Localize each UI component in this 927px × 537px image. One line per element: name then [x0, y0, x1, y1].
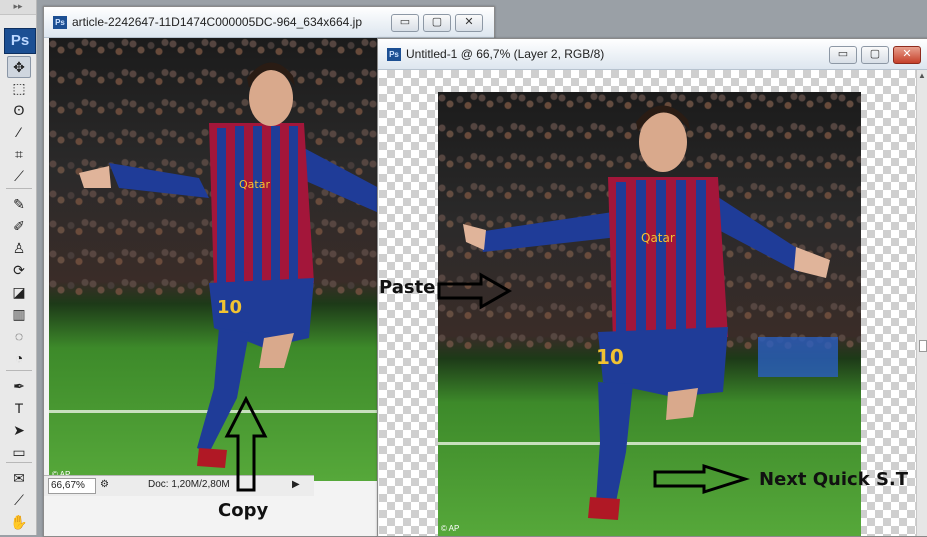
healing-brush-tool-icon[interactable]: ✎ — [8, 194, 30, 214]
type-tool-icon[interactable]: T — [8, 398, 30, 418]
magic-wand-tool-icon[interactable]: ⁄ — [8, 122, 30, 142]
target-vertical-scrollbar[interactable]: ▲ — [916, 70, 927, 536]
status-info-icon[interactable]: ⚙ — [100, 479, 109, 490]
svg-text:10: 10 — [217, 297, 242, 318]
tools-panel: ▸▸ Ps ✥ ⬚ ʘ ⁄ ⌗ ⟋ ✎ ✐ ♙ ⟳ ◪ ▥ ◌ ◔ ✒ T ➤ ▭ ✉ ⟋ ✋ — [0, 0, 37, 535]
source-window-titlebar[interactable]: Ps article-2242647-11D1474C000005DC-964_… — [44, 7, 494, 38]
ps-document-icon: Ps — [53, 16, 67, 29]
pen-tool-icon[interactable]: ✒ — [8, 376, 30, 396]
dodge-tool-icon[interactable]: ◔ — [8, 348, 30, 368]
target-watermark: © AP — [441, 524, 460, 533]
paste-label: Paste — [379, 277, 436, 298]
hand-tool-icon[interactable]: ✋ — [8, 512, 30, 532]
document-size-readout: Doc: 1,20M/2,80M — [148, 479, 230, 490]
eraser-tool-icon[interactable]: ◪ — [8, 282, 30, 302]
lasso-tool-icon[interactable]: ʘ — [8, 100, 30, 120]
history-brush-tool-icon[interactable]: ⟳ — [8, 260, 30, 280]
close-button[interactable]: ✕ — [893, 46, 921, 64]
close-button[interactable]: ✕ — [455, 14, 483, 32]
target-window-titlebar[interactable]: Ps Untitled-1 @ 66,7% (Layer 2, RGB/8) ▭… — [378, 39, 927, 70]
source-window-title: article-2242647-11D1474C000005DC-964_634… — [72, 15, 362, 29]
svg-text:Qatar: Qatar — [239, 178, 270, 191]
maximize-button[interactable]: ▢ — [423, 14, 451, 32]
source-canvas[interactable]: Qatar 10 © AP — [49, 38, 379, 481]
gradient-tool-icon[interactable]: ▥ — [8, 304, 30, 324]
clone-stamp-tool-icon[interactable]: ♙ — [8, 238, 30, 258]
eyedropper-tool-icon[interactable]: ⟋ — [8, 166, 30, 186]
tool-group-separator — [6, 462, 32, 463]
notes-tool-icon[interactable]: ✉ — [8, 468, 30, 488]
ps-document-icon: Ps — [387, 48, 401, 61]
copy-label: Copy — [218, 500, 269, 521]
source-status-bar: 66,67% ⚙ Doc: 1,20M/2,80M ▶ — [44, 475, 314, 496]
blur-tool-icon[interactable]: ◌ — [8, 326, 30, 346]
tool-group-separator — [6, 370, 32, 371]
status-menu-arrow-icon[interactable]: ▶ — [292, 479, 300, 490]
zoom-level-field[interactable]: 66,67% — [48, 478, 96, 494]
svg-text:10: 10 — [596, 345, 624, 369]
shape-tool-icon[interactable]: ▭ — [8, 442, 30, 462]
minimize-button[interactable]: ▭ — [391, 14, 419, 32]
path-selection-tool-icon[interactable]: ➤ — [8, 420, 30, 440]
tool-group-separator — [6, 188, 32, 189]
brush-tool-icon[interactable]: ✐ — [8, 216, 30, 236]
marquee-tool-icon[interactable]: ⬚ — [8, 78, 30, 98]
svg-text:Qatar: Qatar — [641, 231, 675, 245]
next-quick-st-label: Next Quick S.T — [759, 469, 909, 490]
paste-arrow — [437, 272, 513, 310]
copy-arrow — [224, 396, 268, 492]
minimize-button[interactable]: ▭ — [829, 46, 857, 64]
maximize-button[interactable]: ▢ — [861, 46, 889, 64]
player-figure: Qatar 10 — [79, 62, 379, 468]
photoshop-logo: Ps — [4, 28, 36, 54]
source-photo: Qatar 10 © AP — [49, 38, 379, 481]
target-window-title: Untitled-1 @ 66,7% (Layer 2, RGB/8) — [406, 47, 605, 61]
eyedropper-2-tool-icon[interactable]: ⟋ — [8, 490, 30, 510]
panel-collapse-grip[interactable]: ▸▸ — [0, 0, 36, 15]
move-tool-icon[interactable]: ✥ — [7, 56, 31, 78]
next-arrow — [653, 463, 750, 495]
crop-tool-icon[interactable]: ⌗ — [8, 144, 30, 164]
